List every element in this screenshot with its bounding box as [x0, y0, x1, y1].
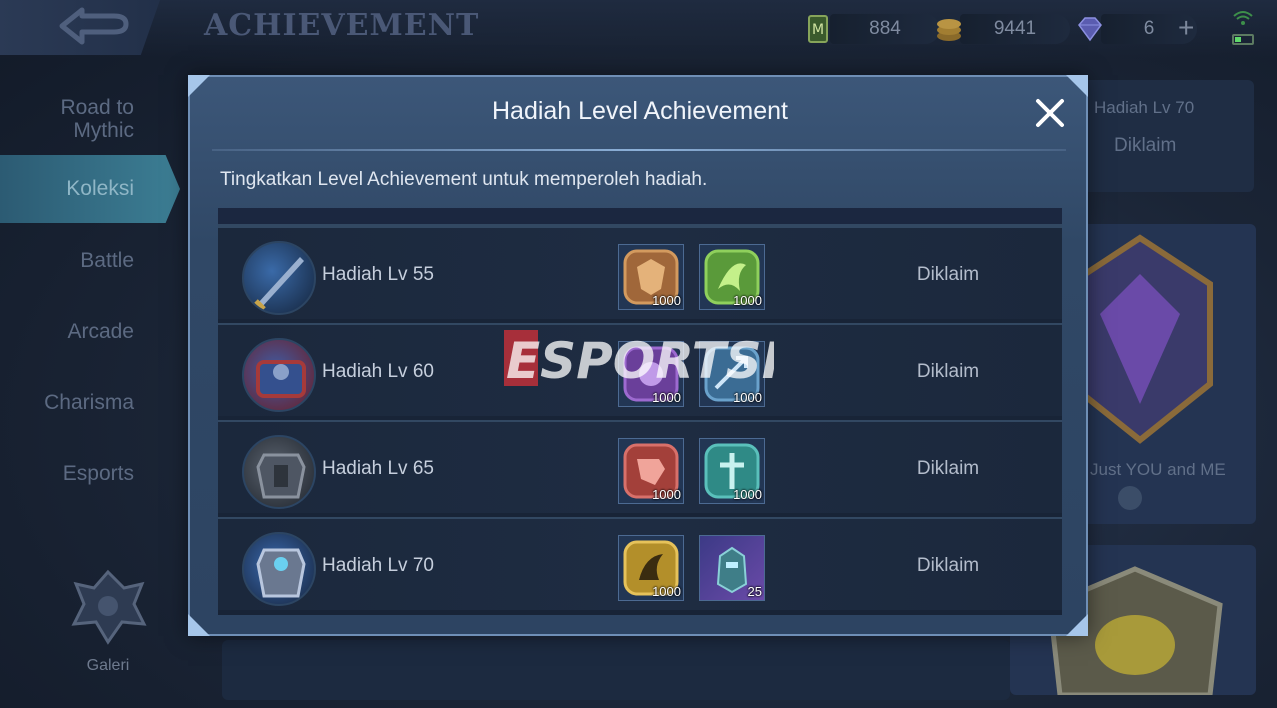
claimed-status: Diklaim	[916, 361, 980, 382]
dialog-subtitle: Tingkatkan Level Achievement untuk mempe…	[220, 169, 708, 190]
reward-quantity: 1000	[733, 487, 762, 502]
armor-icon	[242, 532, 316, 606]
reward-level-label: Hadiah Lv 55	[322, 264, 434, 285]
reward-quantity: 1000	[652, 584, 681, 599]
reward-row: Hadiah Lv 60 1000 1000 Diklaim	[218, 323, 1062, 416]
sidebar-item-charisma[interactable]: Charisma	[0, 391, 180, 414]
reward-item[interactable]: 1000	[618, 438, 684, 504]
svg-text:M: M	[812, 22, 824, 38]
reward-item[interactable]: 25	[699, 535, 765, 601]
reward-row: Hadiah Lv 65 1000 1000 Diklaim	[218, 420, 1062, 513]
achievement-level-reward-dialog: Hadiah Level Achievement Tingkatkan Leve…	[188, 75, 1088, 636]
corner-ornament-icon	[1066, 75, 1088, 97]
reward-list[interactable]: Hadiah Lv 55 1000 1000 Diklaim Hadiah Lv…	[218, 208, 1062, 615]
gallery-icon	[71, 569, 147, 645]
title-divider	[212, 149, 1066, 151]
background-reward-panel: Hadiah Lv 70 Diklaim	[1064, 80, 1254, 192]
page-title: ACHIEVEMENT	[204, 8, 480, 43]
sidebar-item-koleksi[interactable]: Koleksi	[0, 155, 180, 223]
sidebar-item-esports[interactable]: Esports	[0, 462, 180, 485]
reward-quantity: 1000	[652, 390, 681, 405]
reward-quantity: 1000	[733, 390, 762, 405]
sidebar-item-road-to-mythic[interactable]: Road to Mythic	[0, 96, 180, 142]
reward-item[interactable]: 1000	[699, 438, 765, 504]
armor-icon	[242, 435, 316, 509]
currency-battle-points: 9441	[934, 14, 1070, 44]
reward-level-label: Hadiah Lv 65	[322, 458, 434, 479]
reward-row: Hadiah Lv 55 1000 1000 Diklaim	[218, 226, 1062, 319]
sidebar-item-label: Arcade	[67, 320, 134, 343]
sword-icon	[242, 241, 316, 315]
reward-quantity: 25	[747, 584, 762, 599]
sidebar-item-label: Esports	[62, 462, 134, 485]
back-arrow-icon	[59, 7, 129, 45]
battle-points-icon	[937, 19, 961, 41]
magic-dust-value: 884	[830, 14, 940, 44]
sidebar-item-label: Battle	[80, 249, 134, 272]
corner-ornament-icon	[1066, 614, 1088, 636]
background-bottom-cards	[222, 640, 1010, 700]
sidebar-item-arcade[interactable]: Arcade	[0, 320, 180, 343]
corner-ornament-icon	[188, 75, 210, 97]
reward-item[interactable]: 1000	[618, 244, 684, 310]
sidebar-item-label: Charisma	[44, 391, 134, 414]
currency-magic-dust: M 884	[804, 14, 940, 44]
chest-icon	[242, 338, 316, 412]
corner-ornament-icon	[188, 614, 210, 636]
background-panel-title: Hadiah Lv 70	[1094, 98, 1195, 117]
reward-row: Hadiah Lv 70 1000 25 Diklaim	[218, 517, 1062, 610]
list-scroll-edge	[218, 208, 1062, 226]
dialog-title: Hadiah Level Achievement	[491, 97, 789, 125]
reward-quantity: 1000	[652, 293, 681, 308]
magic-dust-icon: M	[808, 15, 828, 43]
background-panel-status: Diklaim	[1114, 135, 1177, 156]
claimed-status: Diklaim	[916, 264, 980, 285]
reward-level-label: Hadiah Lv 60	[322, 361, 434, 382]
battle-points-value: 9441	[960, 14, 1070, 44]
reward-quantity: 1000	[733, 293, 762, 308]
reward-quantity: 1000	[652, 487, 681, 502]
add-diamond-button[interactable]: +	[1178, 12, 1194, 44]
check-icon	[1118, 486, 1142, 510]
reward-item[interactable]: 1000	[699, 341, 765, 407]
reward-item[interactable]: 1000	[618, 341, 684, 407]
battery-icon	[1232, 34, 1254, 45]
diamond-icon	[1078, 17, 1102, 42]
gallery-label: Galeri	[86, 657, 130, 674]
back-button[interactable]	[0, 0, 160, 55]
claimed-status: Diklaim	[916, 555, 980, 576]
sidebar-item-label: Road to Mythic	[60, 96, 134, 142]
wifi-icon	[1233, 11, 1253, 25]
background-card-caption: Just YOU and ME	[1090, 460, 1226, 479]
gallery-button[interactable]: Galeri	[60, 568, 156, 675]
reward-item[interactable]: 1000	[618, 535, 684, 601]
claimed-status: Diklaim	[916, 458, 980, 479]
reward-level-label: Hadiah Lv 70	[322, 555, 434, 576]
close-icon[interactable]	[1032, 95, 1068, 131]
reward-item[interactable]: 1000	[699, 244, 765, 310]
sidebar-item-label: Koleksi	[66, 177, 134, 200]
sidebar-item-battle[interactable]: Battle	[0, 249, 180, 272]
